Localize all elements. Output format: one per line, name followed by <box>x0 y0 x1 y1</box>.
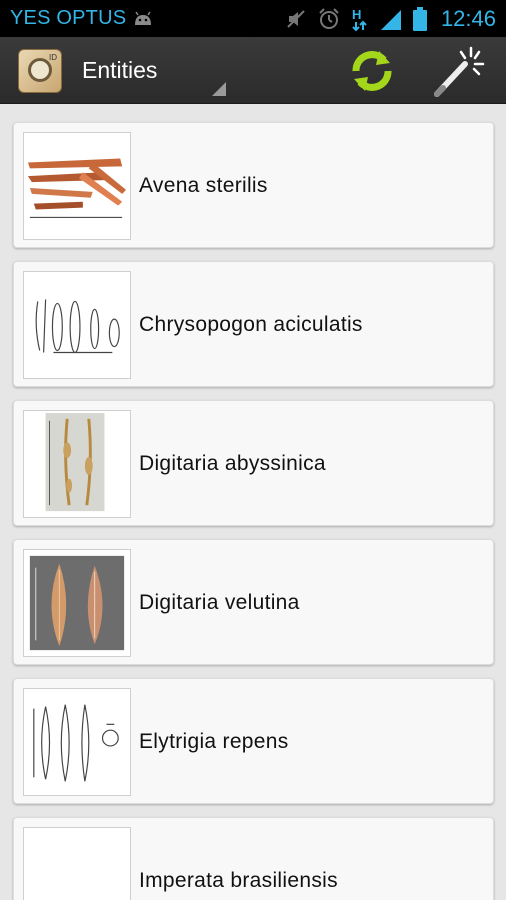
list-item[interactable]: Chrysopogon aciculatis <box>13 261 494 387</box>
action-bar: ID Entities <box>0 37 506 104</box>
svg-text:H: H <box>352 7 361 22</box>
app-icon-badge: ID <box>49 53 57 62</box>
list-item[interactable]: Digitaria abyssinica <box>13 400 494 526</box>
status-bar: YES OPTUS H 12:46 <box>0 0 506 37</box>
spinner-indicator-icon <box>212 82 226 96</box>
page-title: Entities <box>82 57 158 83</box>
entities-spinner[interactable]: Entities <box>70 37 230 104</box>
refresh-icon <box>352 51 392 91</box>
hspa-icon: H <box>352 7 367 31</box>
entity-name: Digitaria velutina <box>139 591 300 614</box>
battery-icon <box>412 6 427 31</box>
entity-thumbnail <box>23 688 131 796</box>
magic-wand-button[interactable] <box>428 41 488 101</box>
carrier-name: YES OPTUS <box>10 7 127 29</box>
entity-name: Chrysopogon aciculatis <box>139 313 363 336</box>
refresh-button[interactable] <box>342 41 402 101</box>
list-item[interactable]: Avena sterilis <box>13 122 494 248</box>
list-item[interactable]: Digitaria velutina <box>13 539 494 665</box>
android-icon <box>135 11 152 25</box>
mute-icon <box>287 9 305 28</box>
alarm-icon <box>319 7 339 29</box>
entity-thumbnail <box>23 132 131 240</box>
signal-icon <box>380 9 401 30</box>
entity-name: Avena sterilis <box>139 174 268 197</box>
clock: 12:46 <box>440 5 496 31</box>
entity-thumbnail <box>23 410 131 518</box>
entity-list[interactable]: Avena sterilis Chrysopogon aciculatis Di… <box>0 104 506 900</box>
magic-wand-icon <box>434 46 485 97</box>
entity-name: Digitaria abyssinica <box>139 452 326 475</box>
entity-thumbnail <box>23 827 131 900</box>
list-item[interactable]: Imperata brasiliensis <box>13 817 494 900</box>
entity-name: Elytrigia repens <box>139 730 289 753</box>
entity-name: Imperata brasiliensis <box>139 869 338 892</box>
entity-thumbnail <box>23 271 131 379</box>
entity-thumbnail <box>23 549 131 657</box>
list-item[interactable]: Elytrigia repens <box>13 678 494 804</box>
magnifier-app-icon[interactable]: ID <box>18 49 62 93</box>
